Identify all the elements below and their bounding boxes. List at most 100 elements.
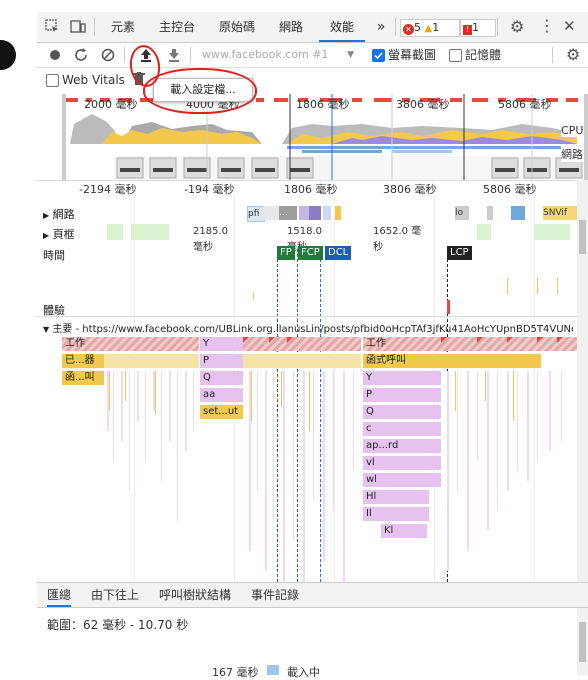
network-request[interactable] [309, 206, 321, 220]
frame-time[interactable]: 1518.0 毫秒 [287, 224, 329, 253]
timeline-overview[interactable]: 2000 毫秒 4000 毫秒 1806 毫秒 3806 毫秒 5806 毫秒 … [62, 94, 588, 180]
page-viewport [0, 12, 38, 663]
error-icon: ✕ [403, 24, 414, 35]
web-vitals-toolbar: Web Vitals [37, 68, 588, 94]
cpu-label: CPU [561, 124, 584, 137]
issues-badge[interactable]: ! 1 [460, 19, 496, 37]
record-icon[interactable] [47, 47, 63, 63]
summary-scrollbar[interactable] [577, 608, 588, 675]
browser-top-strip [0, 0, 588, 12]
capture-settings-gear-icon[interactable]: ⚙ [566, 46, 580, 64]
frame-block[interactable] [131, 224, 169, 240]
timings-track-label: 時間 [43, 249, 65, 262]
flame-scrollbar[interactable] [577, 180, 588, 582]
time-ruler: -2194 毫秒 -194 毫秒 1806 毫秒 3806 毫秒 5806 毫秒 [37, 180, 577, 196]
summary-category: 載入中 [287, 666, 320, 679]
more-tabs-button[interactable]: » [371, 12, 391, 42]
overview-tick: 2000 毫秒 [84, 98, 138, 111]
frame-block[interactable] [477, 224, 491, 240]
network-overview-label: 網路 [561, 146, 583, 162]
more-menu-icon[interactable]: ⋮ [539, 17, 555, 35]
red-annotation-circle [143, 68, 257, 114]
tab-bottom-up[interactable]: 由下往上 [91, 583, 139, 607]
flame-chart-area[interactable]: ▶ 網路 pfi ... lo SNVif ▶ 頁框 2185.0 毫秒 151… [37, 194, 577, 582]
summary-value: 167 毫秒 [212, 666, 259, 679]
fp-marker[interactable]: FP [277, 246, 295, 260]
profile-select-value: www.facebook.com #1 [202, 48, 329, 61]
flame-stripes [107, 337, 563, 582]
details-tab-bar: 匯總 由下往上 呼叫樹狀結構 事件記錄 [37, 582, 588, 608]
screenshots-checkbox[interactable] [372, 49, 385, 62]
network-request[interactable] [487, 206, 493, 220]
scrollbar-thumb[interactable] [579, 622, 586, 662]
screenshots-label: 螢幕截圖 [388, 48, 437, 62]
loading-swatch [267, 665, 279, 675]
main-thread-label[interactable]: ▼ 主要 - https://www.facebook.com/UBLink.o… [43, 320, 573, 335]
frames-track-label[interactable]: ▶ 頁框 [43, 226, 75, 242]
frame-block[interactable] [107, 224, 123, 240]
profile-select[interactable]: www.facebook.com #1 ▼ [202, 47, 354, 63]
tab-sources[interactable]: 原始碼 [209, 12, 265, 42]
network-request[interactable]: lo [455, 206, 469, 220]
network-request[interactable]: SNVif [543, 206, 577, 220]
chevron-down-icon: ▼ [347, 50, 354, 60]
reload-record-icon[interactable] [73, 47, 89, 63]
tab-separator [497, 18, 498, 36]
collapse-arrow-icon: ▼ [43, 325, 50, 334]
main-thread-text: 主要 - https://www.facebook.com/UBLink.org… [52, 324, 573, 335]
frame-time[interactable]: 2185.0 毫秒 [193, 224, 231, 253]
close-icon[interactable]: ✕ [563, 17, 576, 35]
save-profile-icon[interactable] [166, 47, 182, 63]
tab-performance[interactable]: 效能 [319, 12, 365, 42]
clear-icon[interactable] [100, 47, 116, 63]
network-track-text: 網路 [52, 208, 75, 221]
summary-panel: 範圍：62 毫秒 - 10.70 秒 167 毫秒 載入中 [37, 608, 577, 679]
memory-label: 記憶體 [465, 48, 502, 62]
expand-arrow-icon: ▶ [43, 211, 50, 220]
memory-checkbox[interactable] [449, 49, 462, 62]
performance-toolbar: www.facebook.com #1 ▼ 螢幕截圖 記憶體 ⚙ [37, 43, 588, 68]
settings-gear-icon[interactable]: ⚙ [510, 18, 524, 36]
page-avatar [0, 40, 16, 70]
device-toolbar-icon[interactable] [70, 18, 86, 34]
warning-count: 1 [432, 21, 440, 34]
network-request[interactable] [511, 206, 525, 220]
tab-summary[interactable]: 匯總 [47, 583, 72, 607]
tab-separator [94, 18, 95, 36]
overview-tick: 5806 毫秒 [498, 98, 552, 111]
layout-shift[interactable] [447, 300, 450, 314]
devtools-tab-bar: 元素 主控台 原始碼 網路 效能 » ✕ 5 ▲1 ! 1 ⚙ ⋮ ✕ [37, 12, 588, 43]
error-count: 5 [414, 21, 421, 34]
network-track-label[interactable]: ▶ 網路 [43, 206, 75, 222]
lcp-marker[interactable]: LCP [447, 246, 472, 260]
web-vitals-checkbox[interactable] [46, 74, 59, 87]
tab-network[interactable]: 網路 [269, 12, 313, 42]
overview-tick: 1806 毫秒 [296, 98, 350, 111]
network-request[interactable] [263, 206, 279, 220]
overview-tick: 3806 毫秒 [396, 98, 450, 111]
inspect-icon[interactable] [45, 19, 59, 33]
scrollbar-thumb[interactable] [579, 220, 586, 254]
tab-console[interactable]: 主控台 [149, 12, 205, 42]
network-request[interactable] [335, 206, 341, 220]
dcl-marker[interactable]: DCL [325, 246, 352, 260]
network-request[interactable]: ... [279, 206, 297, 220]
console-badges[interactable]: ✕ 5 ▲1 [400, 19, 460, 37]
toolbar-separator [124, 47, 125, 63]
frames-track-text: 頁框 [52, 228, 75, 241]
tab-elements[interactable]: 元素 [100, 12, 146, 42]
tab-event-log[interactable]: 事件記錄 [251, 583, 299, 607]
network-request[interactable] [323, 206, 331, 220]
tab-separator [395, 18, 396, 36]
expand-arrow-icon: ▶ [43, 231, 50, 240]
tab-call-tree[interactable]: 呼叫樹狀結構 [159, 583, 231, 607]
issues-count: 1 [472, 21, 479, 34]
network-request[interactable] [299, 206, 309, 220]
range-text: 範圍：62 毫秒 - 10.70 秒 [47, 618, 189, 632]
frame-time[interactable]: 1652.0 毫秒 [373, 224, 431, 253]
issues-icon: ! [463, 25, 472, 35]
toolbar-separator [190, 47, 191, 63]
devtools-panel: 元素 主控台 原始碼 網路 效能 » ✕ 5 ▲1 ! 1 ⚙ ⋮ ✕ www.fa… [37, 12, 588, 679]
frame-block[interactable] [534, 224, 570, 240]
fcp-marker[interactable]: FCP [298, 246, 323, 260]
